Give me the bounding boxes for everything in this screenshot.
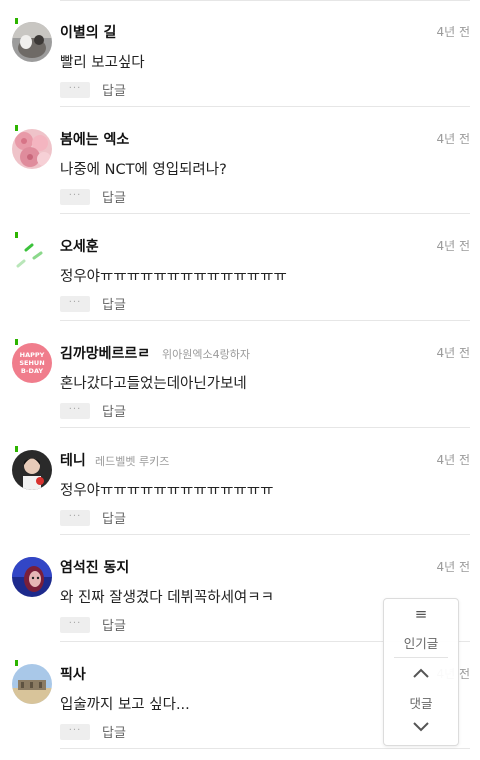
comment-item: 이별의 길 4년 전 빨리 보고싶다 ··· 답글 — [0, 0, 480, 107]
status-marker — [15, 232, 18, 238]
avatar-text-3: B-DAY — [21, 367, 43, 375]
comment-author[interactable]: 이별의 길 — [60, 22, 116, 42]
divider — [394, 657, 448, 658]
comments-button[interactable]: 댓글 — [384, 693, 458, 712]
comment-author[interactable]: 픽사 — [60, 664, 86, 684]
comment-text: 입술까지 보고 싶다... — [60, 697, 190, 713]
comment-text: 혼나갔다고들었는데아닌가보네 — [60, 376, 247, 392]
pink-flowers-avatar-icon — [12, 129, 52, 169]
popular-posts-button[interactable]: 인기글 — [384, 633, 458, 652]
photo-dog-avatar-icon — [12, 22, 52, 62]
comment-item: 오세훈 4년 전 정우야ㅠㅠㅠㅠㅠㅠㅠㅠㅠㅠㅠㅠㅠㅠ ··· 답글 — [0, 214, 480, 321]
more-button[interactable]: ··· — [60, 82, 90, 98]
reply-button[interactable]: 답글 — [102, 722, 126, 741]
more-button[interactable]: ··· — [60, 510, 90, 526]
reply-button[interactable]: 답글 — [102, 401, 126, 420]
avatar[interactable] — [12, 129, 52, 169]
comment-text: 정우야ㅠㅠㅠㅠㅠㅠㅠㅠㅠㅠㅠㅠㅠㅠ — [60, 269, 287, 285]
avatar[interactable] — [12, 22, 52, 62]
reply-button[interactable]: 답글 — [102, 294, 126, 313]
comment-item: 테니 레드벨벳 루키즈 4년 전 정우야ㅠㅠㅠㅠㅠㅠㅠㅠㅠㅠㅠㅠㅠ ··· 답글 — [0, 428, 480, 535]
landscape-avatar-icon — [12, 664, 52, 704]
comment-text: 나중에 NCT에 영입되려나? — [60, 162, 227, 178]
menu-icon[interactable]: ≡ — [384, 605, 458, 623]
more-button[interactable]: ··· — [60, 189, 90, 205]
avatar[interactable] — [12, 557, 52, 597]
comment-author[interactable]: 봄에는 엑소 — [60, 129, 129, 149]
happy-sehun-day-avatar-icon: HAPPY SEHUN B-DAY — [12, 343, 52, 383]
avatar[interactable]: HAPPY SEHUN B-DAY — [12, 343, 52, 383]
comment-item: HAPPY SEHUN B-DAY 김까망베르르ㄹ 위아원엑소4랑하자 4년 전… — [0, 321, 480, 428]
reply-button[interactable]: 답글 — [102, 508, 126, 527]
comment-author[interactable]: 테니 — [60, 450, 86, 470]
comment-time: 4년 전 — [436, 453, 470, 467]
comment-text: 정우야ㅠㅠㅠㅠㅠㅠㅠㅠㅠㅠㅠㅠㅠ — [60, 483, 274, 499]
reply-button[interactable]: 답글 — [102, 615, 126, 634]
person-photo-avatar-icon — [12, 450, 52, 490]
more-button[interactable]: ··· — [60, 403, 90, 419]
comment-time: 4년 전 — [436, 346, 470, 360]
author-group: 위아원엑소4랑하자 — [162, 348, 250, 361]
comment-author[interactable]: 염석진 동지 — [60, 557, 129, 577]
status-marker — [15, 125, 18, 131]
status-marker — [15, 660, 18, 666]
chevron-up-icon[interactable] — [411, 665, 431, 681]
avatar-text-2: SEHUN — [19, 359, 44, 367]
status-marker — [15, 339, 18, 345]
floating-nav: ≡ 인기글 댓글 — [383, 598, 459, 746]
comment-author[interactable]: 오세훈 — [60, 236, 99, 256]
comment-time: 4년 전 — [436, 239, 470, 253]
comment-time: 4년 전 — [436, 560, 470, 574]
divider — [60, 748, 470, 749]
avatar[interactable] — [12, 664, 52, 704]
avatar-text-1: HAPPY — [20, 351, 45, 359]
reply-button[interactable]: 답글 — [102, 187, 126, 206]
avatar[interactable] — [12, 450, 52, 490]
author-group: 레드벨벳 루키즈 — [95, 455, 170, 468]
comment-text: 빨리 보고싶다 — [60, 55, 145, 71]
avatar[interactable] — [12, 236, 52, 276]
reply-button[interactable]: 답글 — [102, 80, 126, 99]
comment-author[interactable]: 김까망베르르ㄹ — [60, 343, 150, 363]
more-button[interactable]: ··· — [60, 617, 90, 633]
status-marker — [15, 446, 18, 452]
green-dashes-avatar-icon — [12, 236, 52, 276]
more-button[interactable]: ··· — [60, 724, 90, 740]
chevron-down-icon[interactable] — [411, 719, 431, 735]
more-button[interactable]: ··· — [60, 296, 90, 312]
comment-time: 4년 전 — [436, 25, 470, 39]
blue-portrait-avatar-icon — [12, 557, 52, 597]
status-marker — [15, 18, 18, 24]
comment-item: 봄에는 엑소 4년 전 나중에 NCT에 영입되려나? ··· 답글 — [0, 107, 480, 214]
comment-time: 4년 전 — [436, 132, 470, 146]
comment-text: 와 진짜 잘생겼다 데뷔꼭하세여ㅋㅋ — [60, 590, 274, 606]
